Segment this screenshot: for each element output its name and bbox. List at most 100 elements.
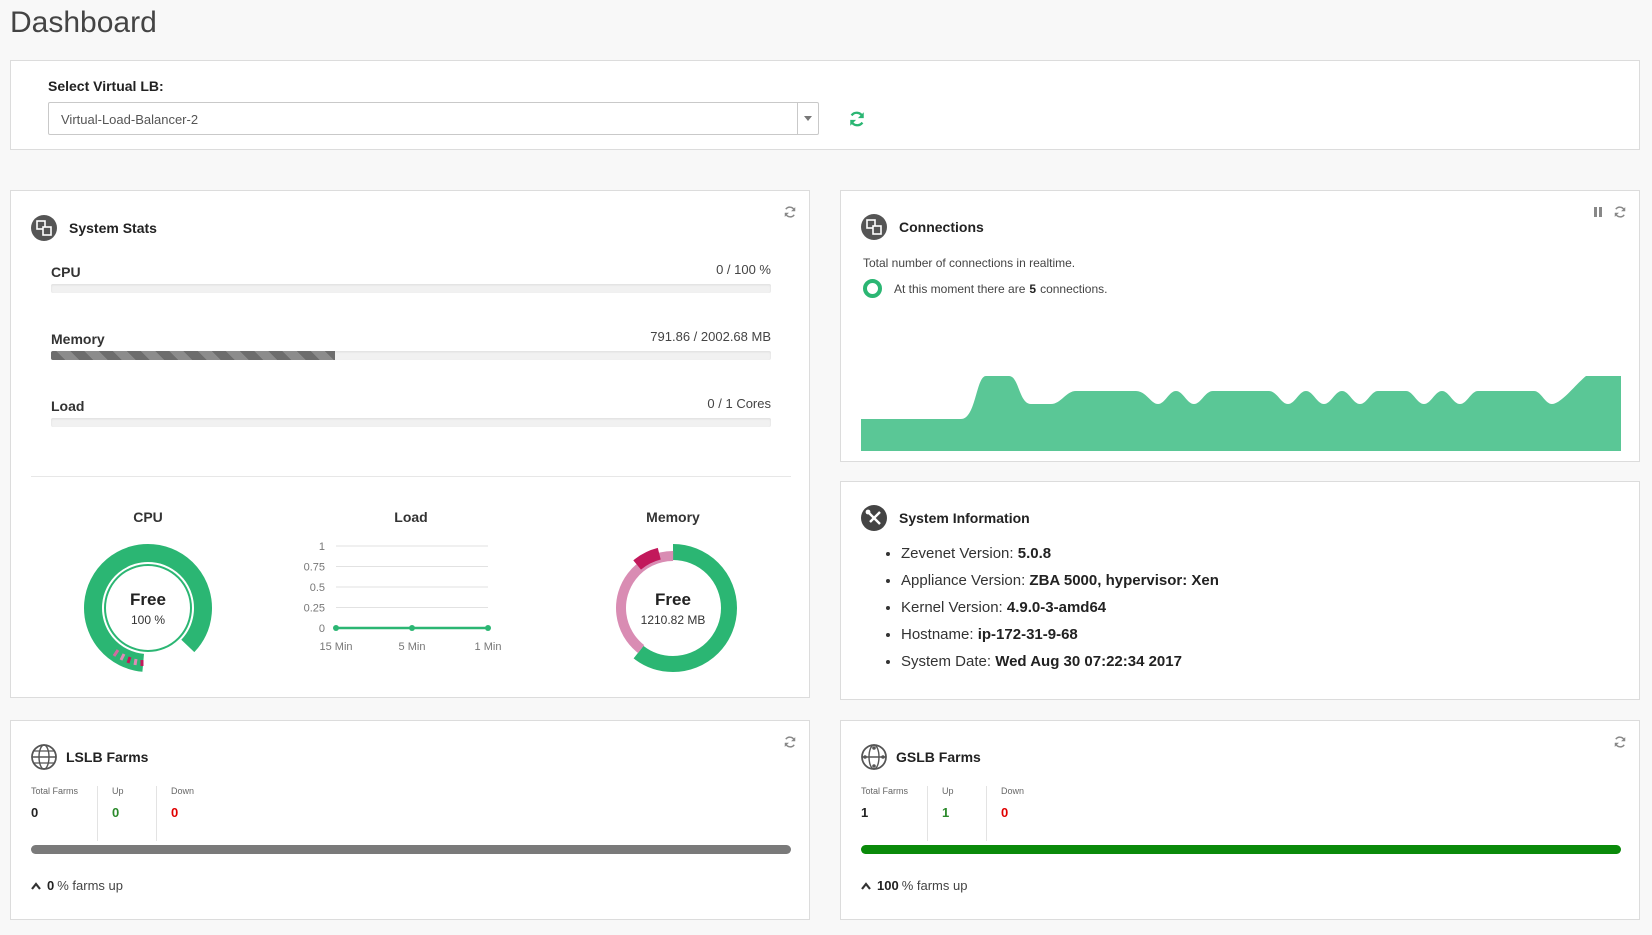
load-chart: 1 0.75 0.5 0.25 0 15 Min 5 Min 1 Min (304, 541, 502, 653)
refresh-icon[interactable] (1613, 735, 1627, 749)
virtual-lb-select-value: Virtual-Load-Balancer-2 (61, 112, 199, 127)
connections-title: Connections (899, 219, 984, 235)
virtual-lb-label: Select Virtual LB: (48, 78, 164, 94)
total-farms-label: Total Farms (31, 786, 79, 796)
total-farms-value: 0 (31, 805, 39, 820)
list-item: Zevenet Version: 5.0.8 (901, 545, 1219, 564)
load-stat-label: Load (51, 398, 85, 414)
refresh-icon[interactable] (783, 735, 797, 749)
down-farms-value: 0 (171, 805, 179, 820)
list-item: Kernel Version: 4.9.0-3-amd64 (901, 599, 1219, 618)
page-title: Dashboard (10, 6, 157, 39)
gslb-farms-panel: GSLB Farms Total Farms 1 Up 1 Down 0 100… (840, 720, 1640, 920)
load-data-point (333, 625, 339, 631)
servers-icon (31, 215, 57, 241)
list-item: System Date: Wed Aug 30 07:22:34 2017 (901, 653, 1219, 672)
lslb-farms-summary: 0 % farms up (31, 878, 123, 893)
refresh-icon[interactable] (848, 110, 866, 128)
total-farms-stat: Total Farms 0 (31, 786, 98, 841)
down-farms-stat: Down 0 (1001, 786, 1042, 841)
up-farms-label: Up (942, 786, 954, 796)
info-label: System Date: (901, 653, 992, 670)
up-farms-stat: Up 0 (112, 786, 157, 841)
memory-gauge-center-label: Free (655, 590, 691, 609)
list-item: Hostname: ip-172-31-9-68 (901, 626, 1219, 645)
memory-gauge-center-value: 1210.82 MB (641, 613, 706, 627)
memory-gauge: Free 1210.82 MB (609, 544, 737, 672)
cpu-stat-label: CPU (51, 264, 81, 280)
live-status-icon (863, 279, 882, 298)
memory-stat-label: Memory (51, 331, 105, 347)
servers-icon (861, 214, 887, 240)
lslb-farms-panel: LSLB Farms Total Farms 0 Up 0 Down 0 0 %… (10, 720, 810, 920)
load-y-tick-label: 0.25 (304, 603, 325, 615)
lslb-farm-stats: Total Farms 0 Up 0 Down 0 (31, 786, 226, 841)
total-farms-label: Total Farms (861, 786, 909, 796)
cpu-gauge-center-label: Free (130, 590, 166, 609)
memory-progress-bar (51, 351, 771, 360)
connections-live-suffix: connections. (1040, 281, 1108, 296)
memory-stat-row: Memory 791.86 / 2002.68 MB (51, 326, 771, 366)
lslb-farms-header: LSLB Farms (31, 744, 148, 770)
connections-header: Connections (861, 214, 984, 240)
connections-area-chart (861, 376, 1621, 451)
lslb-summary-suffix: % farms up (57, 878, 123, 893)
load-x-tick-label: 1 Min (475, 641, 502, 653)
info-value: 5.0.8 (1017, 545, 1052, 562)
system-stats-header: System Stats (31, 215, 157, 241)
list-item: Appliance Version: ZBA 5000, hypervisor:… (901, 572, 1219, 591)
gslb-farm-stats: Total Farms 1 Up 1 Down 0 (861, 786, 1056, 841)
refresh-icon[interactable] (783, 205, 797, 219)
system-information-panel: System Information Zevenet Version: 5.0.… (840, 481, 1640, 700)
info-label: Kernel Version: (901, 599, 1003, 616)
memory-progress-fill (51, 351, 336, 360)
gslb-percent-up: 100 (877, 878, 899, 893)
globe-icon (31, 744, 57, 770)
connections-panel: Connections Total number of connections … (840, 190, 1640, 462)
pause-icon[interactable] (1593, 206, 1603, 218)
gslb-farms-bar (861, 845, 1621, 854)
divider (31, 476, 791, 477)
connections-live-count: 5 (1029, 281, 1037, 296)
total-farms-stat: Total Farms 1 (861, 786, 928, 841)
chevron-up-icon (861, 881, 871, 890)
virtual-lb-panel: Select Virtual LB: Virtual-Load-Balancer… (10, 60, 1640, 150)
connections-description: Total number of connections in realtime. (863, 256, 1076, 270)
load-y-tick-label: 0 (319, 623, 325, 635)
lslb-farms-title: LSLB Farms (66, 749, 149, 765)
info-value: Wed Aug 30 07:22:34 2017 (995, 653, 1182, 670)
memory-gauge-title: Memory (646, 509, 700, 525)
load-y-tick-label: 0.5 (310, 582, 325, 594)
tools-icon (861, 505, 887, 531)
load-y-tick-label: 1 (319, 541, 325, 553)
info-label: Appliance Version: (901, 572, 1026, 589)
down-farms-stat: Down 0 (171, 786, 212, 841)
network-globe-icon (861, 744, 887, 770)
connections-live-prefix: At this moment there are (894, 281, 1026, 296)
connections-area (861, 376, 1621, 451)
up-farms-value: 1 (942, 805, 950, 820)
load-data-point (409, 625, 415, 631)
refresh-icon[interactable] (1613, 205, 1627, 219)
total-farms-value: 1 (861, 805, 869, 820)
gslb-farms-summary: 100 % farms up (861, 878, 967, 893)
load-x-tick-label: 15 Min (319, 641, 352, 653)
lslb-percent-up: 0 (47, 878, 55, 893)
cpu-progress-bar (51, 284, 771, 293)
up-farms-stat: Up 1 (942, 786, 987, 841)
info-label: Hostname: (901, 626, 974, 643)
gslb-summary-suffix: % farms up (901, 878, 968, 893)
load-x-tick-label: 5 Min (399, 641, 426, 653)
load-data-point (485, 625, 491, 631)
load-chart-title: Load (394, 509, 428, 525)
chevron-down-icon[interactable] (797, 103, 818, 134)
down-farms-label: Down (171, 786, 195, 796)
info-label: Zevenet Version: (901, 545, 1014, 562)
cpu-gauge-center-value: 100 % (131, 613, 165, 627)
up-farms-value: 0 (112, 805, 120, 820)
load-progress-bar (51, 418, 771, 427)
cpu-gauge: Free 100 % (84, 544, 212, 672)
virtual-lb-select[interactable]: Virtual-Load-Balancer-2 (48, 102, 819, 135)
gslb-farms-header: GSLB Farms (861, 744, 981, 770)
down-farms-value: 0 (1001, 805, 1009, 820)
